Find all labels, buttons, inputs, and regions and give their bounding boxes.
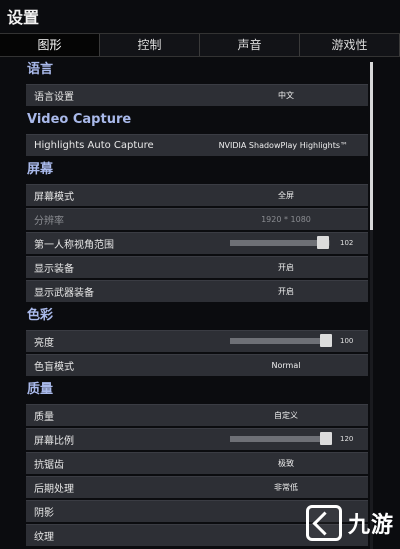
section-title-quality: 质量 <box>27 382 54 397</box>
slider-value: 100 <box>340 337 354 345</box>
setting-value: 1920 * 1080 <box>261 215 311 224</box>
setting-row-quality[interactable]: 质量 自定义 <box>26 404 368 426</box>
setting-label: 抗锯齿 <box>34 460 64 471</box>
setting-row-post-processing[interactable]: 后期处理 非常低 <box>26 476 368 498</box>
setting-label: 亮度 <box>34 338 54 349</box>
slider-value: 120 <box>340 435 354 443</box>
setting-row-anti-aliasing[interactable]: 抗锯齿 极致 <box>26 452 368 474</box>
setting-value[interactable]: 开启 <box>224 262 368 273</box>
setting-value[interactable]: 非常低 <box>224 482 368 493</box>
tab-graphics[interactable]: 图形 <box>0 34 100 56</box>
setting-row-resolution: 分辨率 1920 * 1080 <box>26 208 368 230</box>
setting-row-fov[interactable]: 第一人称视角范围 102 <box>26 232 368 254</box>
scrollbar-thumb[interactable] <box>370 62 373 230</box>
setting-label: 显示武器装备 <box>34 288 94 299</box>
section-title-screen: 屏幕 <box>27 162 54 177</box>
setting-label: 屏幕模式 <box>34 192 74 203</box>
setting-row-show-weapon-equipment[interactable]: 显示武器装备 开启 <box>26 280 368 302</box>
setting-value[interactable]: NVIDIA ShadowPlay Highlights™ <box>219 141 368 150</box>
setting-label: 纹理 <box>34 532 54 543</box>
screen-scale-slider[interactable] <box>230 432 332 445</box>
setting-label: 第一人称视角范围 <box>34 240 114 251</box>
setting-value[interactable]: Normal <box>224 361 368 370</box>
tab-sound[interactable]: 声音 <box>200 34 300 56</box>
scrollbar-track[interactable] <box>370 62 373 549</box>
tab-gameplay[interactable]: 游戏性 <box>300 34 400 56</box>
setting-value[interactable]: 极致 <box>224 458 368 469</box>
setting-label: 显示装备 <box>34 264 74 275</box>
setting-label: Highlights Auto Capture <box>34 140 154 151</box>
slider-value: 102 <box>340 239 354 247</box>
slider-knob[interactable] <box>320 334 332 347</box>
watermark: 九游 <box>306 505 394 541</box>
section-title-language: 语言 <box>27 62 54 77</box>
setting-value[interactable]: 全屏 <box>224 190 368 201</box>
tab-controls[interactable]: 控制 <box>100 34 200 56</box>
setting-label: 色盲模式 <box>34 362 74 373</box>
setting-value[interactable]: 开启 <box>224 286 368 297</box>
setting-row-screen-scale[interactable]: 屏幕比例 120 <box>26 428 368 450</box>
setting-row-language[interactable]: 语言设置 中文 <box>26 84 368 106</box>
slider-knob[interactable] <box>320 432 332 445</box>
slider-knob[interactable] <box>317 236 329 249</box>
window-title: 设置 <box>7 8 40 27</box>
settings-panel[interactable]: 语言 语言设置 中文 Video Capture Highlights Auto… <box>20 58 370 549</box>
watermark-logo-icon <box>306 505 342 541</box>
setting-label: 分辨率 <box>34 216 64 227</box>
setting-label: 后期处理 <box>34 484 74 495</box>
tab-bar: 图形 控制 声音 游戏性 <box>0 33 400 57</box>
setting-label: 质量 <box>34 412 54 423</box>
section-title-video-capture: Video Capture <box>27 112 132 127</box>
setting-value[interactable]: 自定义 <box>224 410 368 421</box>
setting-label: 语言设置 <box>34 92 74 103</box>
setting-row-highlights-auto-capture[interactable]: Highlights Auto Capture NVIDIA ShadowPla… <box>26 134 368 156</box>
slider-fill <box>230 240 323 246</box>
watermark-text: 九游 <box>348 513 395 538</box>
setting-label: 屏幕比例 <box>34 436 74 447</box>
setting-value[interactable]: 中文 <box>224 90 368 101</box>
section-title-color: 色彩 <box>27 308 54 323</box>
setting-row-screen-mode[interactable]: 屏幕模式 全屏 <box>26 184 368 206</box>
slider-fill <box>230 338 326 344</box>
brightness-slider[interactable] <box>230 334 332 347</box>
slider-fill <box>230 436 326 442</box>
setting-label: 阴影 <box>34 508 54 519</box>
setting-row-colorblind-mode[interactable]: 色盲模式 Normal <box>26 354 368 376</box>
fov-slider[interactable] <box>230 236 330 249</box>
setting-row-show-equipment[interactable]: 显示装备 开启 <box>26 256 368 278</box>
setting-row-brightness[interactable]: 亮度 100 <box>26 330 368 352</box>
